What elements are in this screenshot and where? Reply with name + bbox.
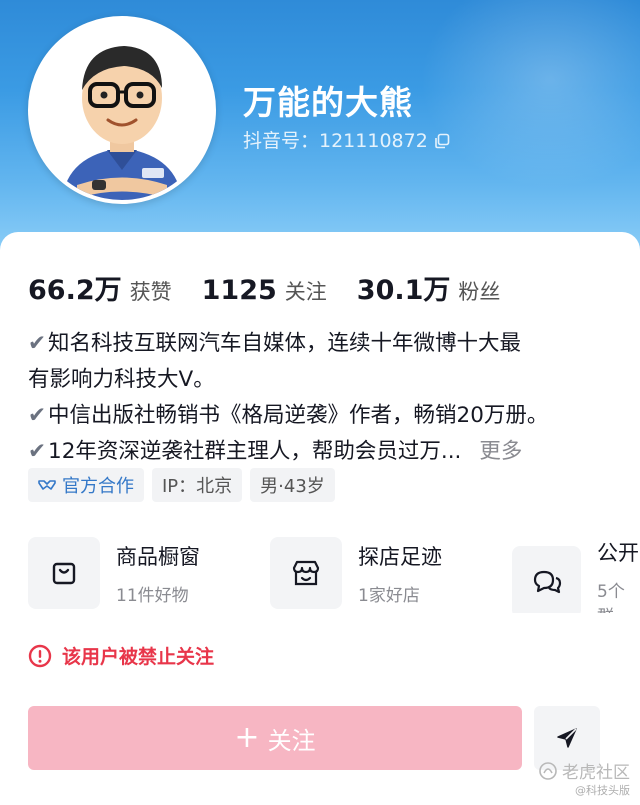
watermark-logo-icon [539,761,557,780]
ip-location-tag: IP：北京 [152,468,243,502]
follow-ban-text: 该用户被禁止关注 [62,646,215,668]
official-cooperation-label: 官方合作 [62,476,134,497]
shop-window-entry[interactable]: 商品橱窗 11件好物 [28,537,200,609]
likes-count: 66.2万 [28,275,122,306]
store-visits-title: 探店足迹 [358,544,442,569]
follow-button-label: 关注 [267,726,316,755]
avatar-illustration [32,20,212,200]
bio-text: 12年资深逆袭社群主理人，帮助会员过万... [48,439,462,464]
profile-stats: 66.2万 获赞 1125 关注 30.1万 粉丝 [28,268,530,307]
profile-card: 66.2万 获赞 1125 关注 30.1万 粉丝 ✔知名科技互联网汽车自媒体，… [0,232,640,805]
watermark: 老虎社区 [538,758,630,783]
copy-icon[interactable] [434,132,450,148]
following-stat[interactable]: 1125 关注 [202,275,327,306]
bio-line: ✔知名科技互联网汽车自媒体，连续十年微博十大最 [28,326,618,362]
likes-label: 获赞 [129,280,172,304]
username: 万能的大熊 [243,83,413,122]
bio-line: ✔中信出版社畅销书《格局逆袭》作者，畅销20万册。 [28,398,618,434]
store-visits-icon-box [270,537,342,609]
follow-ban-notice: 该用户被禁止关注 [28,642,214,669]
watermark-main-text: 老虎社区 [562,763,630,783]
public-groups-entry[interactable]: 公开 5个群 [512,537,640,613]
likes-stat[interactable]: 66.2万 获赞 [28,268,172,307]
avatar[interactable] [28,16,216,204]
bio-line: ✔12年资深逆袭社群主理人，帮助会员过万... 更多 [28,434,618,470]
public-groups-title: 公开 [597,541,640,565]
alert-circle-icon [28,644,52,667]
public-groups-icon-box [512,546,582,613]
watermark-sub-text: @科技头版 [575,784,630,797]
following-label: 关注 [284,280,327,304]
bio-text: 中信出版社畅销书《格局逆袭》作者，畅销20万册。 [48,403,549,428]
public-groups-subtitle: 5个群 [597,582,625,613]
douyin-id[interactable]: 抖音号：121110872 [243,126,450,153]
bio-line: 有影响力科技大V。 [28,362,618,398]
douyin-id-text: 抖音号：121110872 [243,130,428,152]
gender-age-tag: 男·43岁 [250,468,335,502]
store-visits-subtitle: 1家好店 [358,585,420,606]
profile-bio: ✔知名科技互联网汽车自媒体，连续十年微博十大最 有影响力科技大V。 ✔中信出版社… [28,326,618,470]
services-row: 商品橱窗 11件好物 探店足迹 1家好店 公开 5个 [28,537,640,613]
shop-window-title: 商品橱窗 [116,544,200,569]
followers-stat[interactable]: 30.1万 粉丝 [357,268,501,307]
plus-icon: + [234,720,260,755]
checkmark-icon: ✔ [28,403,47,428]
handshake-icon [38,480,56,490]
following-count: 1125 [201,275,277,306]
checkmark-icon: ✔ [28,439,47,464]
follow-button[interactable]: + 关注 [28,706,522,770]
store-icon [292,560,320,586]
bio-text: 有影响力科技大V。 [28,367,215,392]
followers-count: 30.1万 [356,275,451,306]
checkmark-icon: ✔ [28,331,47,356]
bio-more-link[interactable]: 更多 [479,439,522,464]
followers-label: 粉丝 [458,280,501,304]
profile-tags: 官方合作 IP：北京 男·43岁 [28,468,335,502]
send-icon [557,728,577,748]
store-visits-entry[interactable]: 探店足迹 1家好店 [270,537,442,609]
chat-icon [533,570,561,594]
shopping-bag-icon [52,562,76,585]
bio-text: 知名科技互联网汽车自媒体，连续十年微博十大最 [48,331,522,356]
shop-window-subtitle: 11件好物 [116,585,189,606]
shop-window-icon-box [28,537,100,609]
official-cooperation-tag[interactable]: 官方合作 [28,468,144,502]
